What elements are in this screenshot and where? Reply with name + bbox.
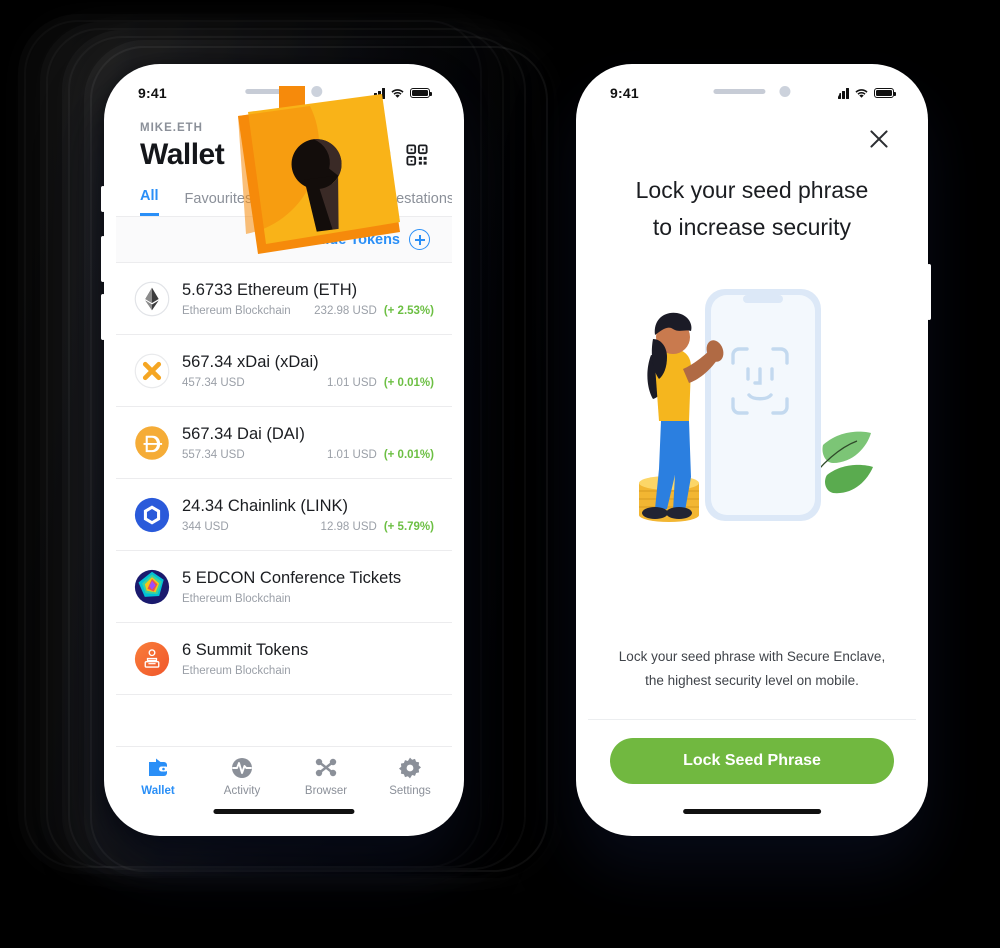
- wallet-tabs: All Favourites Collectibles Attestations: [116, 172, 452, 217]
- token-change: (+ 0.01%): [383, 448, 434, 461]
- wallet-icon: [149, 758, 168, 776]
- headline-line-1: Lock your seed phrase: [635, 177, 869, 203]
- phone-button-volume-up[interactable]: [101, 236, 105, 282]
- token-name: 567.34 xDai (xDai): [182, 353, 319, 372]
- tabbar-label: Browser: [304, 785, 348, 797]
- body-line-1: Lock your seed phrase with Secure Enclav…: [618, 648, 886, 664]
- table-row[interactable]: 6 Summit Tokens Ethereum Blockchain: [116, 623, 452, 695]
- add-hide-tokens-row[interactable]: Add / Hide Tokens: [116, 217, 452, 263]
- wifi-icon: [391, 88, 404, 98]
- phone-button-volume-down[interactable]: [101, 294, 105, 340]
- token-chain: Ethereum Blockchain: [182, 592, 291, 605]
- tabbar-label: Settings: [389, 785, 431, 797]
- woman-face-id-phone-coins-leaves-illustration: [639, 288, 873, 522]
- token-name: 5 EDCON Conference Tickets: [182, 569, 402, 588]
- speaker-icon: [245, 88, 298, 94]
- status-time: 9:41: [138, 85, 167, 101]
- home-indicator: [213, 809, 355, 814]
- add-hide-tokens-label: Add / Hide Tokens: [274, 231, 400, 248]
- lock-seed-phrase-button[interactable]: Lock Seed Phrase: [610, 738, 894, 784]
- tabbar-item-activity[interactable]: Activity: [200, 756, 284, 797]
- home-indicator: [683, 809, 821, 814]
- tab-all[interactable]: All: [140, 188, 159, 216]
- table-row[interactable]: 567.34 xDai (xDai) 457.34 USD 1.01 USD (…: [116, 335, 452, 407]
- xdai-icon: [134, 353, 170, 388]
- tabbar-label: Activity: [223, 785, 261, 797]
- token-price: 1.01 USD: [326, 376, 377, 389]
- table-row[interactable]: 24.34 Chainlink (LINK) 344 USD 12.98 USD…: [116, 479, 452, 551]
- chainlink-icon: [134, 497, 170, 532]
- tabbar-item-settings[interactable]: Settings: [368, 756, 452, 797]
- qr-code-icon[interactable]: [406, 144, 428, 166]
- copy-address-icon[interactable]: [370, 144, 392, 166]
- page-title: Wallet: [140, 138, 225, 171]
- notch: [193, 76, 375, 106]
- token-price: 232.98 USD: [314, 304, 377, 317]
- table-row[interactable]: 5 EDCON Conference Tickets Ethereum Bloc…: [116, 551, 452, 623]
- browser-icon: [315, 758, 337, 777]
- token-chain: 457.34 USD: [182, 376, 245, 389]
- token-change: (+ 0.01%): [383, 376, 434, 389]
- tab-favourites[interactable]: Favourites: [185, 191, 253, 216]
- token-price: 1.01 USD: [326, 448, 377, 461]
- right-phone-screen: 9:41 Lock your seed phrase to increase s…: [588, 76, 916, 824]
- scene: 9:41 MIKE.ETH Wallet All Favourites Coll…: [0, 0, 1000, 948]
- token-name: 24.34 Chainlink (LINK): [182, 497, 348, 516]
- right-phone-device: 9:41 Lock your seed phrase to increase s…: [576, 64, 931, 836]
- battery-icon: [410, 88, 433, 98]
- plus-circle-icon[interactable]: [409, 229, 430, 250]
- token-price: 12.98 USD: [320, 520, 377, 533]
- front-camera-icon: [311, 85, 323, 97]
- summit-token-icon: [134, 641, 170, 676]
- token-chain: 344 USD: [182, 520, 229, 533]
- phone-button-mute[interactable]: [101, 186, 105, 212]
- status-time: 9:41: [610, 85, 639, 101]
- wifi-icon: [855, 88, 868, 98]
- lock-seed-description: Lock your seed phrase with Secure Enclav…: [588, 645, 916, 720]
- notch: [663, 76, 841, 106]
- tab-attestations[interactable]: Attestations: [378, 191, 452, 216]
- phone-button-power[interactable]: [927, 264, 931, 320]
- table-row[interactable]: 567.34 Dai (DAI) 557.34 USD 1.01 USD (+ …: [116, 407, 452, 479]
- tabbar-label: Wallet: [141, 785, 175, 797]
- token-name: 567.34 Dai (DAI): [182, 425, 305, 444]
- tabbar-item-browser[interactable]: Browser: [284, 756, 368, 797]
- speaker-icon: [713, 88, 766, 94]
- token-chain: Ethereum Blockchain: [182, 664, 291, 677]
- ens-name: MIKE.ETH: [140, 122, 203, 134]
- token-name: 6 Summit Tokens: [182, 641, 309, 660]
- battery-icon: [874, 88, 897, 98]
- close-x-icon[interactable]: [866, 126, 892, 152]
- dai-icon: [135, 425, 169, 460]
- token-change: (+ 2.53%): [383, 304, 434, 317]
- activity-icon: [232, 758, 252, 778]
- token-chain: Ethereum Blockchain: [182, 304, 291, 317]
- edcon-ticket-icon: [134, 569, 170, 604]
- left-phone-device: 9:41 MIKE.ETH Wallet All Favourites Coll…: [101, 64, 464, 836]
- token-list: 5.6733 Ethereum (ETH) Ethereum Blockchai…: [116, 263, 452, 695]
- tabbar-item-wallet[interactable]: Wallet: [116, 756, 200, 797]
- settings-gear-icon: [399, 757, 421, 779]
- left-phone-screen: 9:41 MIKE.ETH Wallet All Favourites Coll…: [116, 76, 452, 824]
- token-name: 5.6733 Ethereum (ETH): [182, 281, 358, 300]
- table-row[interactable]: 5.6733 Ethereum (ETH) Ethereum Blockchai…: [116, 263, 452, 335]
- body-line-2: the highest security level on mobile.: [645, 672, 859, 688]
- headline-line-2: to increase security: [652, 214, 852, 241]
- tab-collectibles[interactable]: Collectibles: [278, 191, 352, 216]
- front-camera-icon: [779, 85, 791, 97]
- ethereum-icon: [134, 281, 170, 316]
- token-change: (+ 5.79%): [383, 520, 434, 533]
- token-chain: 557.34 USD: [182, 448, 245, 461]
